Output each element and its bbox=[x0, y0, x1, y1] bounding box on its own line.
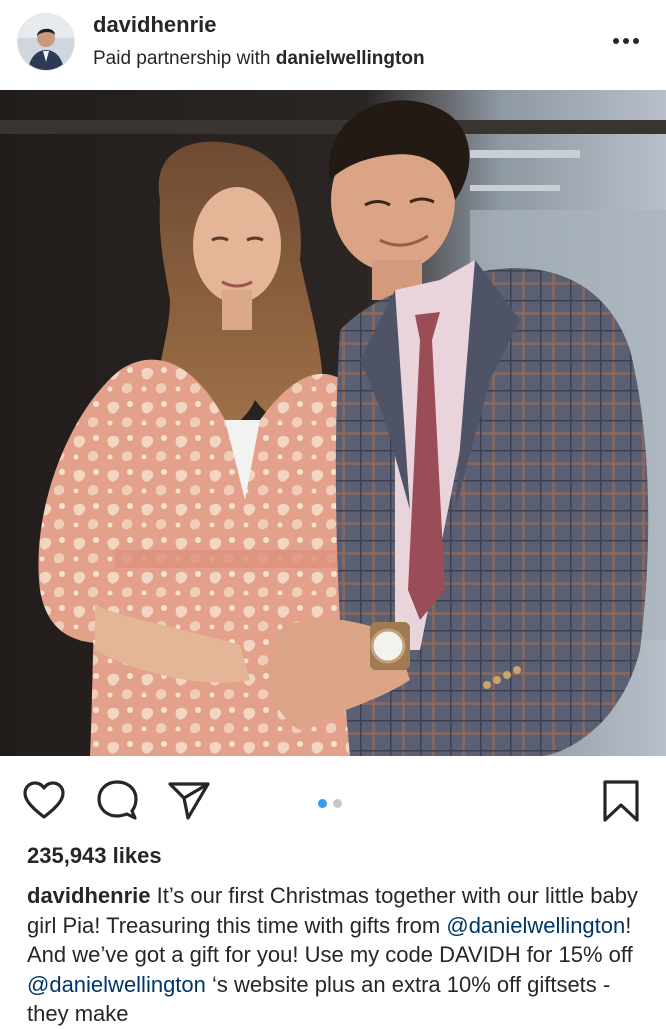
post-username[interactable]: davidhenrie bbox=[93, 12, 216, 38]
share-icon[interactable] bbox=[166, 778, 212, 824]
likes-count[interactable]: 235,943 likes bbox=[27, 843, 162, 869]
caption-username[interactable]: davidhenrie bbox=[27, 883, 150, 908]
post-photo[interactable] bbox=[0, 90, 666, 756]
heart-icon[interactable] bbox=[21, 778, 67, 824]
post-caption: davidhenrie It’s our first Christmas tog… bbox=[27, 881, 647, 1029]
more-options-icon[interactable] bbox=[608, 22, 644, 58]
partner-link[interactable]: danielwellington bbox=[276, 48, 425, 69]
avatar-image bbox=[18, 14, 74, 70]
post-action-bar bbox=[0, 756, 666, 840]
post-header: davidhenrie Paid partnership with daniel… bbox=[0, 0, 666, 90]
caption-mention[interactable]: @danielwellington bbox=[446, 913, 625, 938]
carousel-dot bbox=[333, 799, 342, 808]
paid-partnership-label: Paid partnership with bbox=[93, 48, 271, 69]
couple-photo bbox=[0, 90, 666, 756]
bookmark-icon[interactable] bbox=[598, 778, 644, 824]
avatar[interactable] bbox=[18, 14, 74, 70]
carousel-dot-active bbox=[318, 799, 327, 808]
comment-icon[interactable] bbox=[95, 778, 141, 824]
caption-mention[interactable]: @danielwellington bbox=[27, 972, 206, 997]
carousel-indicator bbox=[318, 795, 348, 808]
paid-partnership-line: Paid partnership with danielwellington bbox=[93, 48, 425, 70]
